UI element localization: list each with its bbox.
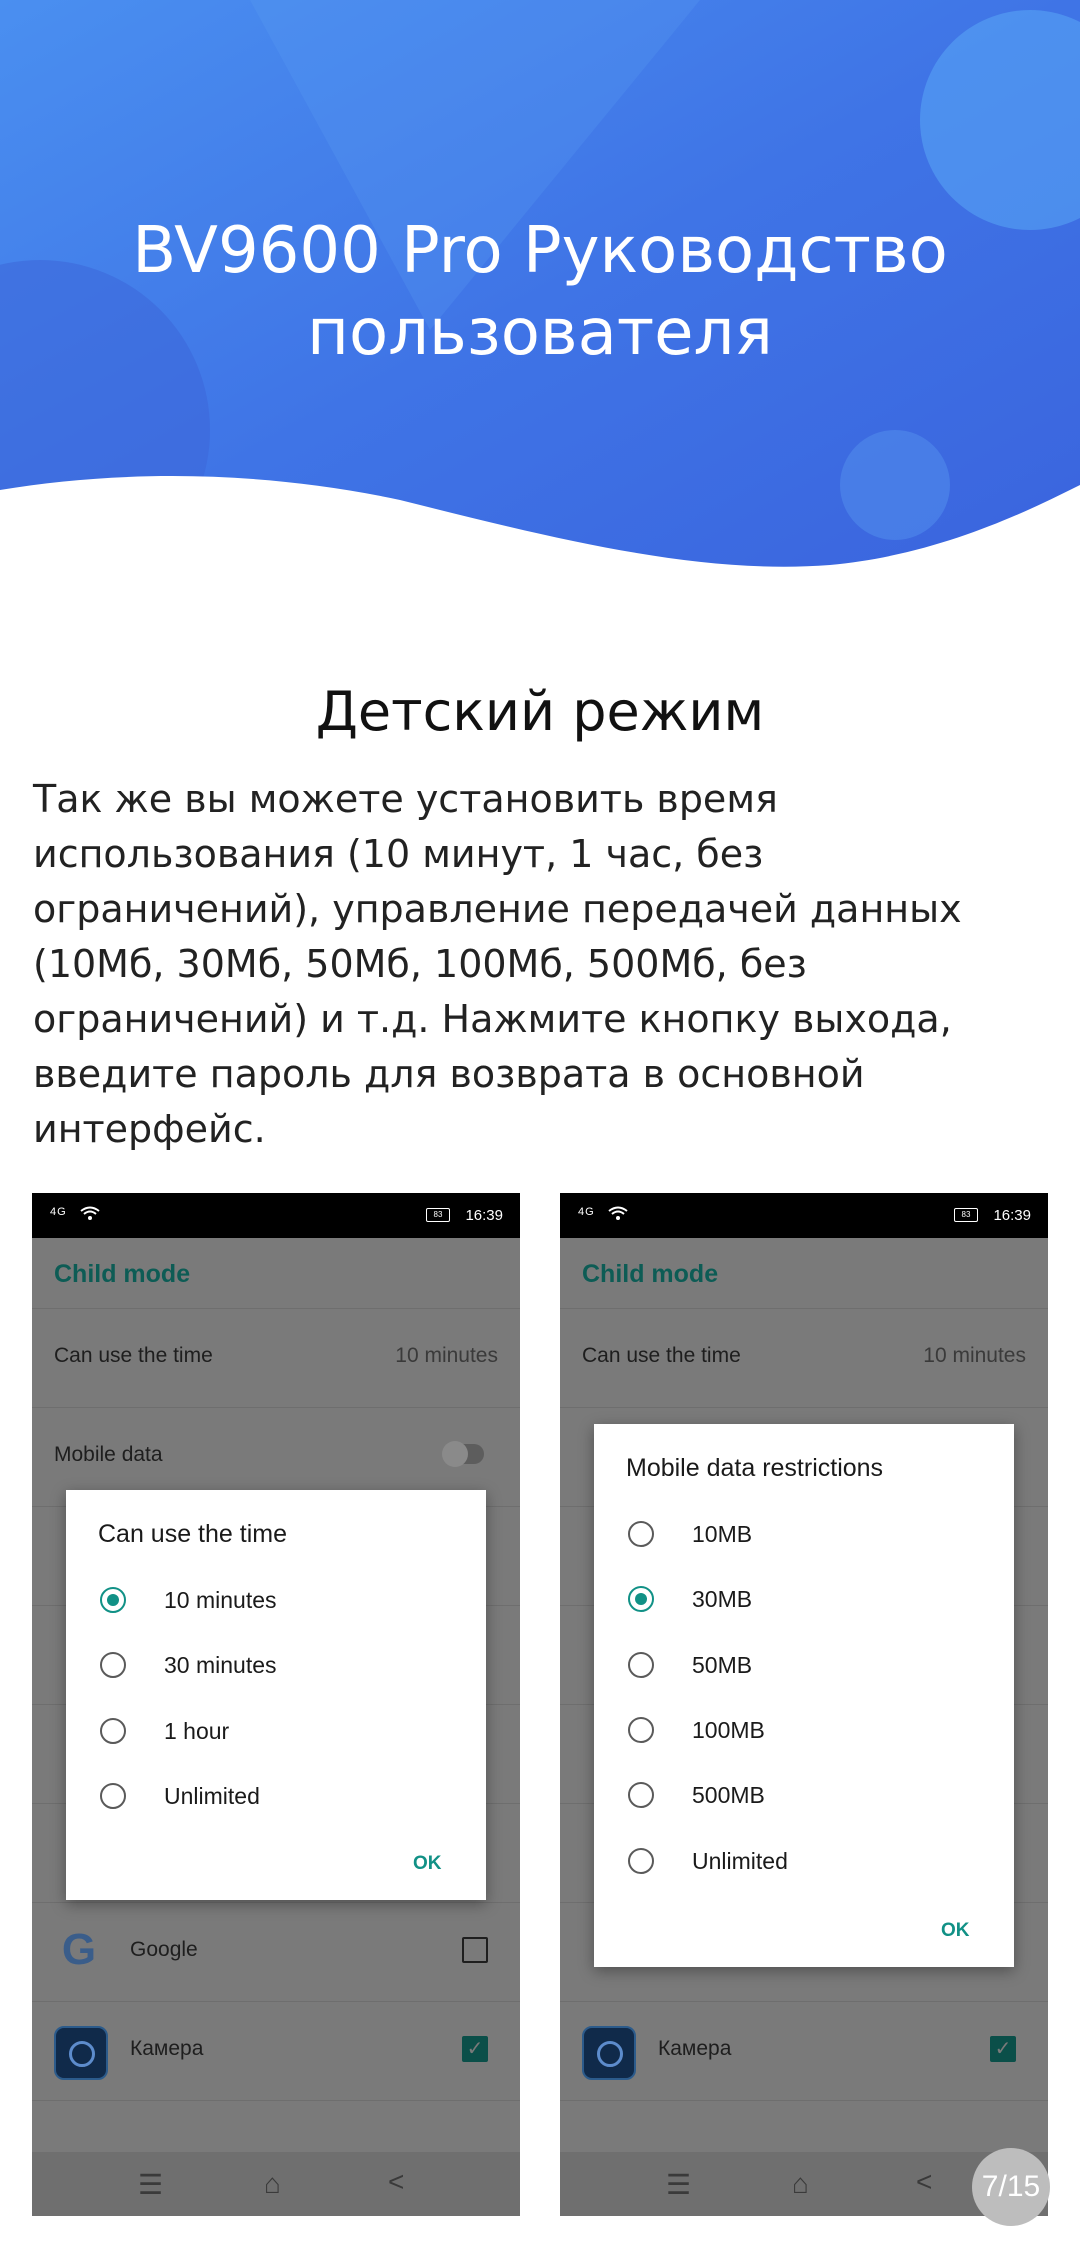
- option-1-hour[interactable]: 1 hour: [66, 1706, 486, 1756]
- option-label: 30MB: [692, 1586, 753, 1612]
- app-checkbox-checked[interactable]: ✓: [462, 2036, 488, 2062]
- home-icon[interactable]: ⌂: [264, 2168, 281, 2200]
- app-title: Child mode: [54, 1260, 191, 1288]
- page-indicator: 7/15: [972, 2148, 1050, 2226]
- dialog-title: Can use the time: [98, 1520, 287, 1548]
- option-label: Unlimited: [164, 1783, 260, 1809]
- option-label: 10MB: [692, 1521, 753, 1547]
- status-time: 16:39: [993, 1207, 1031, 1224]
- mobile-data-dialog: Mobile data restrictions 10MB 30MB 50MB …: [594, 1424, 1014, 1967]
- app-name: Камера: [658, 2037, 732, 2060]
- setting-value: 10 minutes: [395, 1344, 498, 1367]
- setting-row-time[interactable]: Can use the time 10 minutes: [32, 1309, 520, 1408]
- option-30mb[interactable]: 30MB: [594, 1574, 1014, 1624]
- setting-label: Can use the time: [54, 1344, 213, 1367]
- radio[interactable]: [100, 1783, 126, 1809]
- setting-value: 10 minutes: [923, 1344, 1026, 1367]
- section-body: Так же вы можете установить время исполь…: [33, 777, 962, 1151]
- camera-icon: [582, 2026, 636, 2080]
- section-title: Детский режим: [315, 680, 765, 743]
- option-label: 500MB: [692, 1782, 765, 1808]
- radio-selected[interactable]: [628, 1586, 654, 1612]
- option-10mb[interactable]: 10MB: [594, 1509, 1014, 1559]
- network-indicator: 4G: [578, 1206, 595, 1218]
- battery-icon: 83: [954, 1208, 978, 1222]
- menu-icon[interactable]: ☰: [666, 2168, 691, 2201]
- radio[interactable]: [100, 1718, 126, 1744]
- back-icon[interactable]: <: [916, 2166, 932, 2198]
- radio[interactable]: [100, 1652, 126, 1678]
- home-icon[interactable]: ⌂: [792, 2168, 809, 2200]
- option-10-minutes[interactable]: 10 minutes: [66, 1575, 486, 1625]
- screenshot-left: 4G 83 16:39 Child mode Can use the time …: [32, 1193, 520, 2216]
- menu-icon[interactable]: ☰: [138, 2168, 163, 2201]
- status-bar: 4G 83 16:39: [560, 1193, 1048, 1238]
- wifi-icon: [80, 1205, 100, 1225]
- option-label: 100MB: [692, 1717, 765, 1743]
- back-icon[interactable]: <: [388, 2166, 404, 2198]
- app-name: Камера: [130, 2037, 204, 2060]
- dialog-title: Mobile data restrictions: [626, 1454, 884, 1482]
- network-indicator: 4G: [50, 1206, 67, 1218]
- radio[interactable]: [628, 1652, 654, 1678]
- screenshot-right: 4G 83 16:39 Child mode Can use the time …: [560, 1193, 1048, 2216]
- ok-button[interactable]: OK: [413, 1853, 442, 1875]
- camera-icon: [54, 2026, 108, 2080]
- setting-row-time[interactable]: Can use the time 10 minutes: [560, 1309, 1048, 1408]
- radio[interactable]: [628, 1782, 654, 1808]
- radio-selected[interactable]: [100, 1587, 126, 1613]
- option-unlimited[interactable]: Unlimited: [594, 1836, 1014, 1886]
- status-bar: 4G 83 16:39: [32, 1193, 520, 1238]
- option-label: Unlimited: [692, 1848, 788, 1874]
- app-row-google[interactable]: G Google: [32, 1903, 520, 2002]
- option-100mb[interactable]: 100MB: [594, 1705, 1014, 1755]
- option-label: 50MB: [692, 1652, 753, 1678]
- app-row-camera[interactable]: Камера ✓: [32, 2002, 520, 2101]
- header-title: BV9600 Pro Руководство пользователя: [132, 214, 948, 370]
- ok-button[interactable]: OK: [941, 1920, 970, 1942]
- option-50mb[interactable]: 50MB: [594, 1640, 1014, 1690]
- mobile-data-toggle[interactable]: [442, 1441, 484, 1467]
- app-title: Child mode: [582, 1260, 719, 1288]
- navigation-bar: ☰ ⌂ <: [32, 2152, 520, 2216]
- time-dialog: Can use the time 10 minutes 30 minutes 1…: [66, 1490, 486, 1900]
- radio[interactable]: [628, 1717, 654, 1743]
- setting-label: Mobile data: [54, 1443, 163, 1466]
- app-row-camera[interactable]: Камера ✓: [560, 2002, 1048, 2101]
- option-label: 1 hour: [164, 1718, 230, 1744]
- app-name: Google: [130, 1938, 198, 1961]
- option-label: 30 minutes: [164, 1652, 277, 1678]
- google-icon: G: [61, 1925, 97, 1974]
- radio[interactable]: [628, 1521, 654, 1547]
- app-bar: Child mode: [32, 1238, 520, 1309]
- radio[interactable]: [628, 1848, 654, 1874]
- battery-icon: 83: [426, 1208, 450, 1222]
- status-time: 16:39: [465, 1207, 503, 1224]
- app-checkbox[interactable]: [462, 1937, 488, 1963]
- header-banner: BV9600 Pro Руководство пользователя: [0, 0, 1080, 600]
- wifi-icon: [608, 1205, 628, 1225]
- option-30-minutes[interactable]: 30 minutes: [66, 1640, 486, 1690]
- option-unlimited[interactable]: Unlimited: [66, 1771, 486, 1821]
- option-label: 10 minutes: [164, 1587, 277, 1613]
- app-bar: Child mode: [560, 1238, 1048, 1309]
- app-checkbox-checked[interactable]: ✓: [990, 2036, 1016, 2062]
- option-500mb[interactable]: 500MB: [594, 1770, 1014, 1820]
- setting-label: Can use the time: [582, 1344, 741, 1367]
